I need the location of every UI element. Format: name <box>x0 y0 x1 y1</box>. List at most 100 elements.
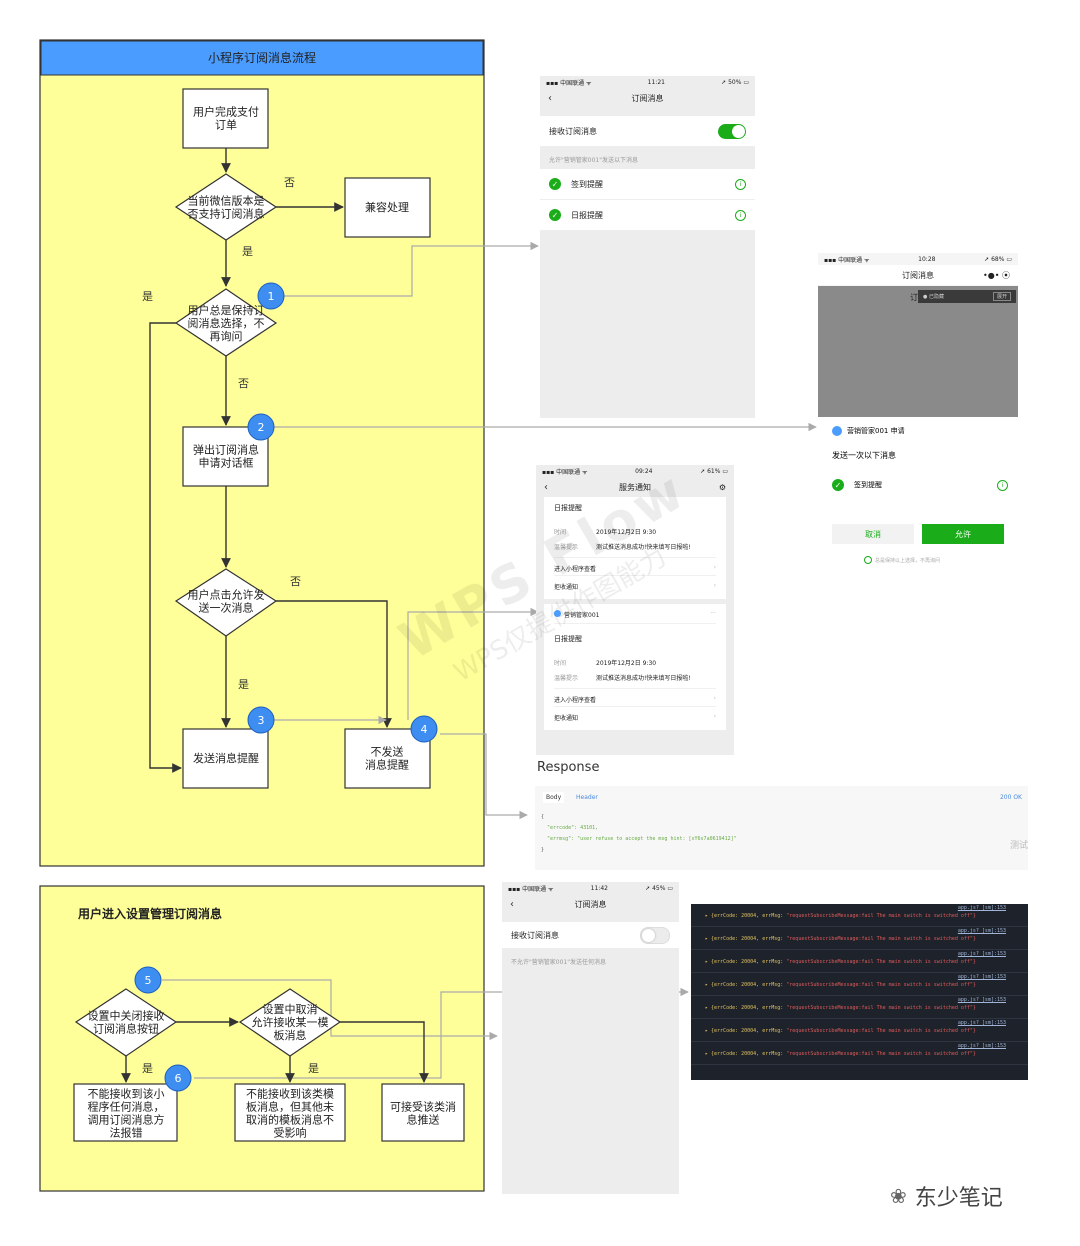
label-no-compat: 否 <box>284 176 295 189</box>
node-text-line: 法报错 <box>110 1126 143 1140</box>
wechat-icon: ❀ <box>890 1184 907 1208</box>
node-text-line: 阅消息选择，不 <box>188 316 265 330</box>
nav-bar: 订阅消息 •●• ⦿ <box>818 265 1018 285</box>
subscribe-dialog-sheet: 营销管家001 申请 发送一次以下消息 ✓ 签到提醒 i 取消 允许 总是保持以… <box>818 417 1018 575</box>
check-icon: ✓ <box>549 209 561 221</box>
page-title: 服务通知 <box>619 482 651 492</box>
info-icon[interactable]: i <box>735 209 746 221</box>
phone-subscription-off: ▪▪▪ 中国联通 ᯤ 11:42 ➚ 45% ▭ ‹ 订阅消息 接收订阅消息 不… <box>502 882 679 1194</box>
check-icon: ✓ <box>549 178 561 190</box>
node-text-line: 再询问 <box>210 330 243 343</box>
console-error-line: app.js? [sm]:153 ▸ {errCode: 20004, errMs… <box>691 1019 1028 1042</box>
brand-signature: ❀ 东少笔记 <box>890 1180 1003 1212</box>
node-text-line: 程序任何消息， <box>88 1100 165 1114</box>
label-yes-allow: 是 <box>238 678 249 691</box>
badge-3: 3 <box>247 706 275 734</box>
back-icon[interactable]: ‹ <box>510 899 514 910</box>
node-text-line: 用户总是保持订 <box>188 303 265 317</box>
keep-choice-checkbox[interactable]: 总是保持以上选择，不再询问 <box>864 556 940 564</box>
app-logo-icon <box>554 610 561 617</box>
badge-5: 5 <box>134 966 162 994</box>
svg-text:3: 3 <box>258 714 265 727</box>
template-row-checkin[interactable]: ✓ 签到提醒 i <box>540 169 755 200</box>
node-user-allow-text: 用户点击允许发送一次消息 <box>188 588 265 615</box>
allow-button[interactable]: 允许 <box>922 524 1004 544</box>
enter-miniprogram-link[interactable]: 进入小程序查看 › <box>554 557 716 575</box>
template-row-daily[interactable]: ✓ 日报提醒 i <box>540 200 755 231</box>
dialog-template-row[interactable]: ✓ 签到提醒 i <box>832 479 1008 491</box>
notification-card-1: 日报提醒 时间 2019年12月2日 9:30 温馨提示 测试推送消息成功!快来填写… <box>544 497 726 599</box>
check-icon: ✓ <box>832 479 844 491</box>
console-error-line: app.js? [sm]:153 ▸ {errCode: 20004, errMs… <box>691 973 1028 996</box>
dimmed-overlay: 订 ● 已隐藏 展开 <box>818 286 1018 419</box>
receive-toggle[interactable] <box>640 926 670 944</box>
node-text-line: 否支持订阅消息 <box>188 207 265 221</box>
more-icon[interactable]: ··· <box>710 610 716 619</box>
node-send-text: 发送消息提醒 <box>193 751 259 765</box>
console-source-link[interactable]: app.js? [sm]:153 <box>958 1020 1006 1026</box>
reject-notification-link[interactable]: 拒收通知 › <box>554 575 716 593</box>
nav-bar: ‹ 服务通知 ⚙ <box>536 477 734 497</box>
hidden-chip: ● 已隐藏 展开 <box>918 290 1016 303</box>
label-yes-close: 是 <box>142 1062 153 1075</box>
send-once-text: 发送一次以下消息 <box>832 451 896 460</box>
back-icon[interactable]: ‹ <box>544 482 548 493</box>
node-popup-text: 弹出订阅消息申请对话框 <box>193 443 259 470</box>
console-source-link[interactable]: app.js? [sm]:153 <box>958 1043 1006 1049</box>
status-bar: ▪▪▪ 中国联通 ᯤ 10:28 ➚ 68% ▭ <box>824 255 1012 264</box>
console-source-link[interactable]: app.js? [sm]:153 <box>958 974 1006 980</box>
svg-text:4: 4 <box>421 723 428 736</box>
settings-gear-icon[interactable]: ⚙ <box>719 483 726 492</box>
tab-body[interactable]: Body <box>543 792 565 803</box>
node-text-line: 不能接收到该小 <box>88 1087 165 1101</box>
label-no-keep: 否 <box>238 377 249 390</box>
disallow-hint: 不允许"营销管家001"发送任何消息 <box>511 959 606 966</box>
badge-6: 6 <box>164 1064 192 1092</box>
enter-miniprogram-link[interactable]: 进入小程序查看 › <box>554 688 716 706</box>
console-error-line: app.js? [sm]:153 ▸ {errCode: 20004, errMs… <box>691 1042 1028 1065</box>
badge-4: 4 <box>410 715 438 743</box>
back-icon[interactable]: ‹ <box>548 93 552 104</box>
cancel-button[interactable]: 取消 <box>832 524 914 544</box>
svg-text:6: 6 <box>175 1072 182 1085</box>
side-text: 测试 <box>1009 841 1028 851</box>
page-title: 订阅消息 <box>574 899 607 909</box>
info-icon[interactable]: i <box>735 178 746 190</box>
node-check-version-text: 当前微信版本是否支持订阅消息 <box>188 194 265 221</box>
api-response-panel: Response Body Header 200 OK { "errcode":… <box>535 758 1028 870</box>
tab-header[interactable]: Header <box>573 792 601 803</box>
badge-1: 1 <box>257 282 285 310</box>
node-text-line: 取消的模板消息不 <box>246 1113 334 1127</box>
node-text-line: 设置中关闭接收 <box>88 1009 165 1023</box>
node-text-line: 订阅消息按钮 <box>93 1022 159 1036</box>
node-text-line: 不能接收到该类模 <box>246 1087 334 1101</box>
node-text-line: 订单 <box>215 119 237 132</box>
main-flow-title: 小程序订阅消息流程 <box>208 50 316 65</box>
chevron-right-icon: › <box>713 564 716 571</box>
card-sender-row: 营销管家001 ··· <box>554 610 716 624</box>
console-source-link[interactable]: app.js? [sm]:153 <box>958 905 1006 911</box>
info-icon[interactable]: i <box>997 479 1008 491</box>
console-source-link[interactable]: app.js? [sm]:153 <box>958 997 1006 1003</box>
console-source-link[interactable]: app.js? [sm]:153 <box>958 951 1006 957</box>
label-yes-cancel: 是 <box>308 1062 319 1075</box>
receive-subscription-row: 接收订阅消息 <box>540 116 755 147</box>
node-text-line: 消息提醒 <box>365 758 409 772</box>
receive-subscription-row: 接收订阅消息 <box>502 922 679 949</box>
capsule-menu-icon[interactable]: •●• ⦿ <box>983 270 1010 281</box>
node-text-line: 送一次消息 <box>199 601 254 615</box>
console-error-line: app.js? [sm]:153 ▸ {errCode: 20004, errMs… <box>691 904 1028 927</box>
node-not-send-text: 不发送消息提醒 <box>365 745 409 772</box>
chevron-right-icon: › <box>713 713 716 720</box>
receive-toggle[interactable] <box>718 123 746 139</box>
response-json: { "errcode": 43101, "errmsg": "user refu… <box>541 814 737 853</box>
console-source-link[interactable]: app.js? [sm]:153 <box>958 928 1006 934</box>
node-text-line: 弹出订阅消息 <box>193 443 259 457</box>
badge-2: 2 <box>247 413 275 441</box>
status-bar: ▪▪▪ 中国联通 ᯤ 11:42 ➚ 45% ▭ <box>508 884 673 893</box>
chevron-right-icon: › <box>713 695 716 702</box>
node-text-line: 当前微信版本是 <box>188 194 265 208</box>
svg-text:2: 2 <box>258 421 265 434</box>
svg-text:5: 5 <box>145 974 152 987</box>
reject-notification-link[interactable]: 拒收通知 › <box>554 706 716 724</box>
